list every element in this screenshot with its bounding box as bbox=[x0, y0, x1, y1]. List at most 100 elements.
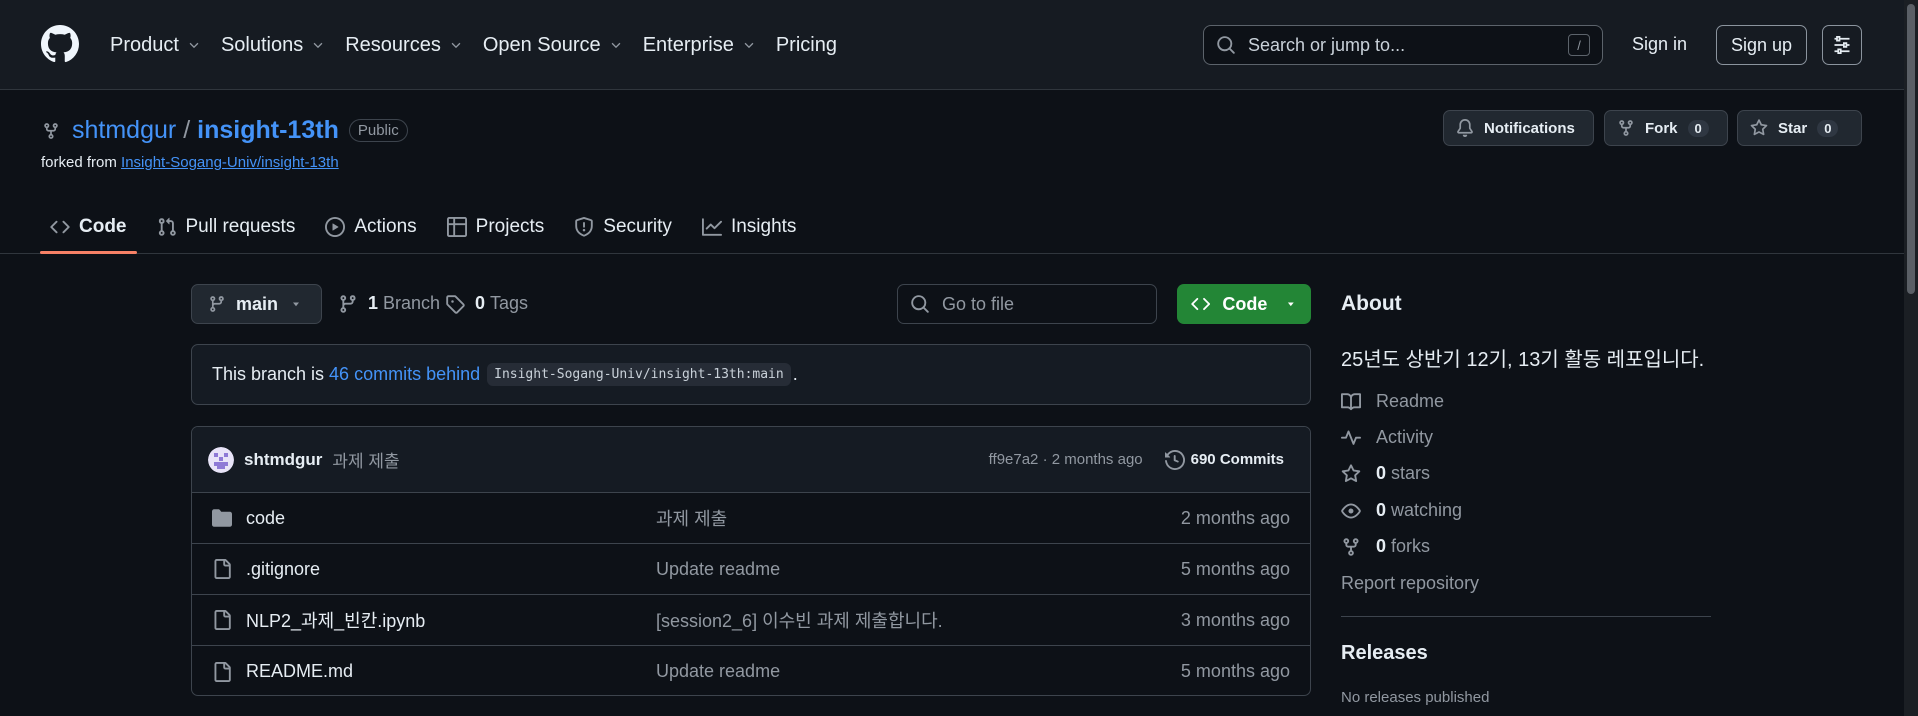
nav-solutions[interactable]: Solutions bbox=[221, 34, 325, 57]
branch-label: Branch bbox=[383, 293, 441, 313]
github-logo-icon[interactable] bbox=[41, 25, 79, 63]
file-commit-message[interactable]: Update readme bbox=[656, 661, 1181, 682]
notifications-button[interactable]: Notifications bbox=[1443, 110, 1594, 146]
star-button[interactable]: Star 0 bbox=[1737, 110, 1862, 146]
tab-security-label: Security bbox=[603, 216, 672, 237]
go-to-file-input[interactable]: Go to file bbox=[897, 284, 1157, 324]
tab-actions-label: Actions bbox=[354, 216, 417, 237]
scrollbar-thumb[interactable] bbox=[1907, 4, 1915, 294]
stars-link[interactable]: 0 stars bbox=[1341, 463, 1430, 484]
repo-forked-icon bbox=[1619, 120, 1633, 136]
commits-behind-link[interactable]: 46 commits behind bbox=[329, 364, 480, 385]
forked-from-line: forked from Insight-Sogang-Univ/insight-… bbox=[41, 154, 339, 171]
nav-pricing-label: Pricing bbox=[775, 33, 837, 56]
readme-link[interactable]: Readme bbox=[1341, 391, 1444, 412]
repo-separator: / bbox=[183, 116, 191, 144]
watching-link[interactable]: 0 watching bbox=[1341, 500, 1462, 521]
branch-behind-notice: This branch is 46 commits behind Insight… bbox=[191, 344, 1311, 405]
table-icon bbox=[446, 217, 467, 237]
file-name-link[interactable]: NLP2_과제_빈칸.ipynb bbox=[246, 607, 656, 633]
nav-enterprise[interactable]: Enterprise bbox=[643, 34, 756, 57]
report-repository-link[interactable]: Report repository bbox=[1341, 573, 1479, 594]
nav-pricing[interactable]: Pricing bbox=[776, 34, 837, 57]
eye-icon bbox=[1341, 503, 1361, 518]
git-branch-icon bbox=[210, 296, 224, 312]
repo-forked-icon bbox=[1343, 537, 1359, 556]
tab-security[interactable]: Security bbox=[564, 200, 682, 254]
table-row[interactable]: NLP2_과제_빈칸.ipynb [session2_6] 이수빈 과제 제출합… bbox=[192, 595, 1310, 646]
file-commit-message[interactable]: [session2_6] 이수빈 과제 제출합니다. bbox=[656, 607, 1181, 633]
commit-message-link[interactable]: 과제 제출 bbox=[332, 447, 988, 472]
tab-actions[interactable]: Actions bbox=[315, 200, 426, 254]
file-age: 5 months ago bbox=[1180, 661, 1290, 681]
forked-source-link[interactable]: Insight-Sogang-Univ/insight-13th bbox=[121, 154, 339, 171]
bell-icon bbox=[1457, 119, 1473, 137]
commit-author-link[interactable]: shtmdgur bbox=[244, 450, 322, 470]
file-age: 2 months ago bbox=[1180, 507, 1290, 528]
file-name-link[interactable]: .gitignore bbox=[246, 559, 656, 580]
table-row[interactable]: .gitignore Update readme 5 months ago bbox=[192, 544, 1310, 595]
fork-label: Fork bbox=[1645, 119, 1678, 137]
file-icon bbox=[214, 610, 231, 630]
forks-label: forks bbox=[1391, 536, 1431, 556]
file-list: shtmdgur 과제 제출 ff9e7a2 · 2 months ago 69… bbox=[191, 426, 1311, 696]
search-icon bbox=[1217, 36, 1235, 54]
sliders-icon bbox=[1834, 36, 1850, 54]
tab-pull-requests[interactable]: Pull requests bbox=[147, 200, 306, 254]
tab-pull-requests-label: Pull requests bbox=[185, 216, 296, 237]
code-icon bbox=[1191, 297, 1211, 311]
book-icon bbox=[1341, 392, 1361, 410]
tab-code-label: Code bbox=[79, 216, 127, 237]
history-icon bbox=[1164, 449, 1185, 470]
branch-count: 1 bbox=[368, 293, 379, 313]
releases-heading-link[interactable]: Releases bbox=[1341, 642, 1428, 665]
file-commit-message[interactable]: Update readme bbox=[656, 559, 1181, 580]
appearance-settings-button[interactable] bbox=[1822, 25, 1862, 65]
sign-in-link[interactable]: Sign in bbox=[1632, 34, 1687, 55]
repo-forked-icon bbox=[44, 122, 58, 139]
code-dropdown-button[interactable]: Code bbox=[1177, 284, 1311, 324]
search-placeholder: Search or jump to... bbox=[1248, 34, 1406, 55]
page-scrollbar[interactable] bbox=[1904, 0, 1918, 716]
star-count: 0 bbox=[1817, 119, 1839, 137]
sign-up-button[interactable]: Sign up bbox=[1716, 25, 1807, 65]
file-name-link[interactable]: code bbox=[246, 508, 656, 529]
search-shortcut-key: / bbox=[1568, 34, 1590, 56]
tag-icon bbox=[446, 294, 465, 314]
file-name-link[interactable]: README.md bbox=[246, 661, 656, 682]
file-commit-message[interactable]: 과제 제출 bbox=[656, 505, 1181, 531]
git-branch-icon bbox=[340, 294, 356, 313]
fork-button[interactable]: Fork 0 bbox=[1604, 110, 1728, 146]
activity-link[interactable]: Activity bbox=[1341, 427, 1433, 448]
nav-product[interactable]: Product bbox=[110, 34, 201, 57]
tab-code[interactable]: Code bbox=[40, 200, 137, 254]
table-row[interactable]: code 과제 제출 2 months ago bbox=[192, 493, 1310, 544]
file-icon bbox=[214, 661, 231, 682]
avatar[interactable] bbox=[208, 446, 234, 473]
pulse-icon bbox=[1341, 430, 1361, 445]
table-row[interactable]: README.md Update readme 5 months ago bbox=[192, 646, 1310, 695]
branches-link[interactable]: 1 Branch bbox=[338, 293, 440, 314]
notifications-label: Notifications bbox=[1484, 119, 1575, 137]
commits-history-link[interactable]: 690 Commits bbox=[1164, 449, 1284, 470]
commit-hash-time[interactable]: ff9e7a2 · 2 months ago bbox=[989, 451, 1143, 468]
search-input[interactable]: Search or jump to... / bbox=[1203, 25, 1603, 65]
repo-owner-link[interactable]: shtmdgur bbox=[72, 116, 176, 145]
tab-projects[interactable]: Projects bbox=[437, 200, 555, 254]
tags-link[interactable]: 0 Tags bbox=[445, 293, 528, 314]
commits-count-label: 690 Commits bbox=[1190, 451, 1284, 468]
nav-resources-label: Resources bbox=[345, 33, 441, 56]
nav-open-source[interactable]: Open Source bbox=[483, 34, 623, 57]
global-header: Product Solutions Resources Open Source … bbox=[0, 0, 1904, 90]
repo-title: shtmdgur / insight-13th Public bbox=[42, 116, 408, 145]
nav-resources[interactable]: Resources bbox=[345, 34, 463, 57]
chevron-down-icon bbox=[744, 42, 754, 49]
sidebar-divider bbox=[1341, 616, 1711, 617]
visibility-badge: Public bbox=[348, 119, 408, 142]
repo-name-link[interactable]: insight-13th bbox=[197, 116, 339, 145]
branch-selector[interactable]: main bbox=[191, 284, 322, 324]
tab-insights[interactable]: Insights bbox=[692, 200, 806, 254]
forks-link[interactable]: 0 forks bbox=[1341, 536, 1430, 557]
triangle-down-icon bbox=[293, 302, 300, 307]
forks-count: 0 bbox=[1376, 536, 1387, 556]
